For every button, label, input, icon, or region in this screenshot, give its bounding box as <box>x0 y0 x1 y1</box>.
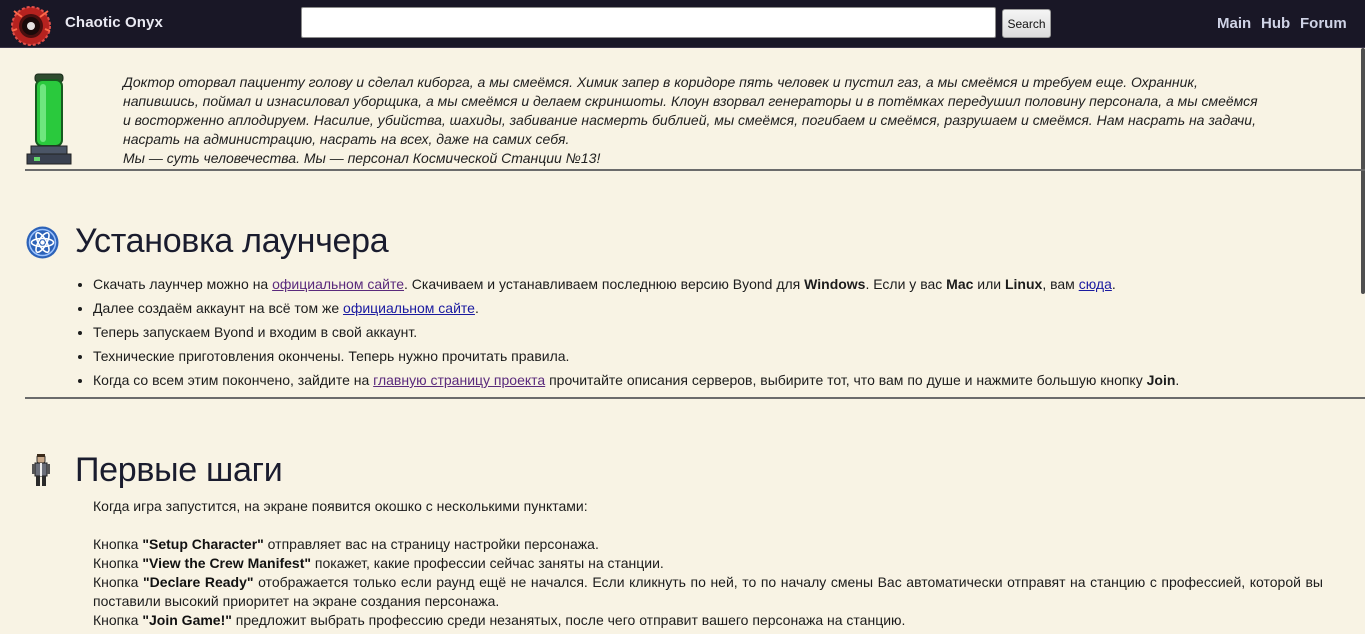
step-text: . <box>474 300 479 316</box>
quote-block: Доктор оторвал пациенту голову и сделал … <box>123 73 1263 168</box>
line-text: Кнопка <box>93 536 143 552</box>
step-text: , вам <box>1042 276 1079 292</box>
list-item: Кнопка "Declare Ready" отображается толь… <box>93 573 1323 611</box>
step-text: Теперь запускаем Byond и входим в свой а… <box>93 324 418 340</box>
step-text: или <box>973 276 1005 292</box>
list-item: Скачать лаунчер можно на официальном сай… <box>93 272 1333 296</box>
atom-emblem-icon <box>26 226 59 259</box>
quote-text: Доктор оторвал пациенту голову и сделал … <box>123 74 1258 147</box>
first-steps-intro: Когда игра запустится, на экране появитс… <box>93 498 588 514</box>
nav-hub-link[interactable]: Hub <box>1261 15 1290 32</box>
mac-label: Mac <box>946 276 974 292</box>
search-input[interactable] <box>301 7 996 38</box>
line-text: отправляет вас на страницу настройки пер… <box>263 536 599 552</box>
button-name: "View the Crew Manifest" <box>142 555 311 571</box>
list-item: Кнопка "View the Crew Manifest" покажет,… <box>93 554 1323 573</box>
join-label: Join <box>1146 372 1176 388</box>
button-name: "Join Game!" <box>142 612 232 628</box>
step-text: Далее создаём аккаунт на всё том же <box>93 300 344 316</box>
first-steps-buttons-description: Кнопка "Setup Character" отправляет вас … <box>93 535 1323 630</box>
section-divider <box>25 397 1365 399</box>
nav-forum-link[interactable]: Forum <box>1300 15 1347 32</box>
search-button[interactable]: Search <box>1002 9 1051 38</box>
brand-name[interactable]: Chaotic Onyx <box>65 14 163 31</box>
install-section-title: Установка лаунчера <box>75 222 389 260</box>
cloning-pod-icon <box>26 73 72 165</box>
step-text: . Если у вас <box>865 276 947 292</box>
step-text: Скачать лаунчер можно на <box>93 276 273 292</box>
step-text: Когда со всем этим покончено, зайдите на <box>93 372 374 388</box>
step-text: . <box>1175 372 1180 388</box>
page-scrollbar[interactable] <box>1361 48 1365 294</box>
list-item: Кнопка "Setup Character" отправляет вас … <box>93 535 1323 554</box>
linux-label: Linux <box>1004 276 1043 292</box>
list-item: Технические приготовления окончены. Тепе… <box>93 344 1333 368</box>
button-name: "Declare Ready" <box>143 574 254 590</box>
official-site-link[interactable]: официальном сайте <box>272 276 404 292</box>
step-text: прочитайте описания серверов, выбирите т… <box>545 372 1147 388</box>
nav-main-link[interactable]: Main <box>1217 15 1251 32</box>
line-text: Кнопка <box>93 612 143 628</box>
line-text: Кнопка <box>93 555 143 571</box>
line-text: Кнопка <box>93 574 144 590</box>
section-divider <box>25 169 1365 171</box>
step-text: . Скачиваем и устанавливаем последнюю ве… <box>404 276 805 292</box>
step-text: Технические приготовления окончены. Тепе… <box>93 348 570 364</box>
windows-label: Windows <box>804 276 866 292</box>
official-site-link-2[interactable]: официальном сайте <box>343 300 475 316</box>
line-text: отображается только если раунд ещё не на… <box>93 574 1323 609</box>
project-main-page-link[interactable]: главную страницу проекта <box>373 372 545 388</box>
list-item: Теперь запускаем Byond и входим в свой а… <box>93 320 1333 344</box>
first-steps-section-title: Первые шаги <box>75 451 283 489</box>
quote-last-line: Мы — суть человечества. Мы — персонал Ко… <box>123 150 601 166</box>
list-item: Далее создаём аккаунт на всё том же офиц… <box>93 296 1333 320</box>
install-steps-list: Скачать лаунчер можно на официальном сай… <box>75 272 1333 392</box>
step-text: . <box>1111 276 1116 292</box>
crew-character-icon <box>32 454 50 486</box>
chaotic-onyx-logo-icon[interactable] <box>8 1 54 47</box>
mac-linux-link[interactable]: сюда <box>1079 276 1112 292</box>
list-item: Кнопка "Join Game!" предложит выбрать пр… <box>93 611 1323 630</box>
list-item: Когда со всем этим покончено, зайдите на… <box>93 368 1333 392</box>
line-text: предложит выбрать профессию среди незаня… <box>231 612 906 628</box>
line-text: покажет, какие профессии сейчас заняты н… <box>311 555 664 571</box>
button-name: "Setup Character" <box>142 536 264 552</box>
top-navbar: Chaotic Onyx Search Main Hub Forum <box>0 0 1365 48</box>
